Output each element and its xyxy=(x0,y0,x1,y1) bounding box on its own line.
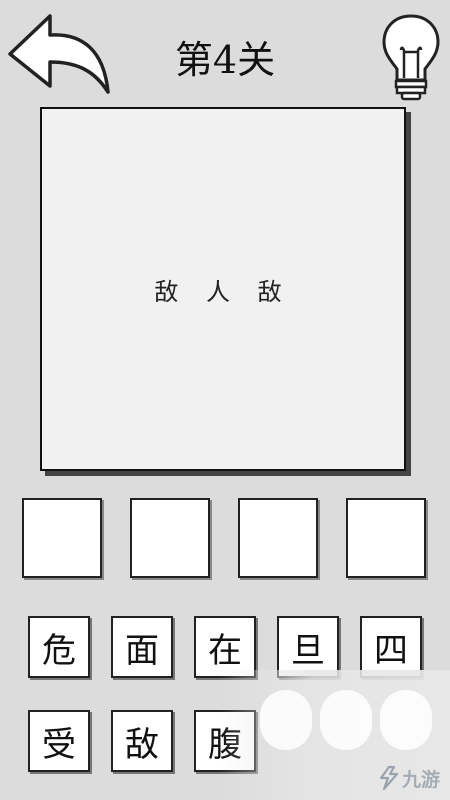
lightbulb-icon xyxy=(382,14,440,101)
puzzle-clue: 敌 人 敌 xyxy=(154,277,292,306)
candidate-tile[interactable]: 危 xyxy=(28,616,90,678)
candidate-tile[interactable]: 敌 xyxy=(111,710,173,772)
candidate-tile[interactable]: 面 xyxy=(111,616,173,678)
answer-slot[interactable] xyxy=(22,498,102,578)
watermark-text: 九游 xyxy=(401,768,440,791)
candidate-tile[interactable]: 在 xyxy=(194,616,256,678)
watermark-logo: 九游 xyxy=(378,760,440,796)
hint-button[interactable] xyxy=(380,12,442,104)
jiuyou-logo-icon xyxy=(379,765,399,791)
answer-slot[interactable] xyxy=(130,498,210,578)
candidate-tile[interactable]: 腹 xyxy=(194,710,256,772)
level-title: 第4关 xyxy=(174,38,276,82)
back-button[interactable] xyxy=(4,8,114,96)
watermark-shape xyxy=(260,690,312,750)
answer-row xyxy=(20,498,430,582)
candidate-tile[interactable]: 旦 xyxy=(277,616,339,678)
watermark-shape xyxy=(380,690,432,750)
candidate-tile[interactable]: 四 xyxy=(360,616,422,678)
answer-slot[interactable] xyxy=(346,498,426,578)
watermark-shape xyxy=(320,690,372,750)
answer-slot[interactable] xyxy=(238,498,318,578)
back-arrow-icon xyxy=(8,14,110,94)
puzzle-panel: 敌 人 敌 xyxy=(40,107,406,471)
candidate-tile[interactable]: 受 xyxy=(28,710,90,772)
